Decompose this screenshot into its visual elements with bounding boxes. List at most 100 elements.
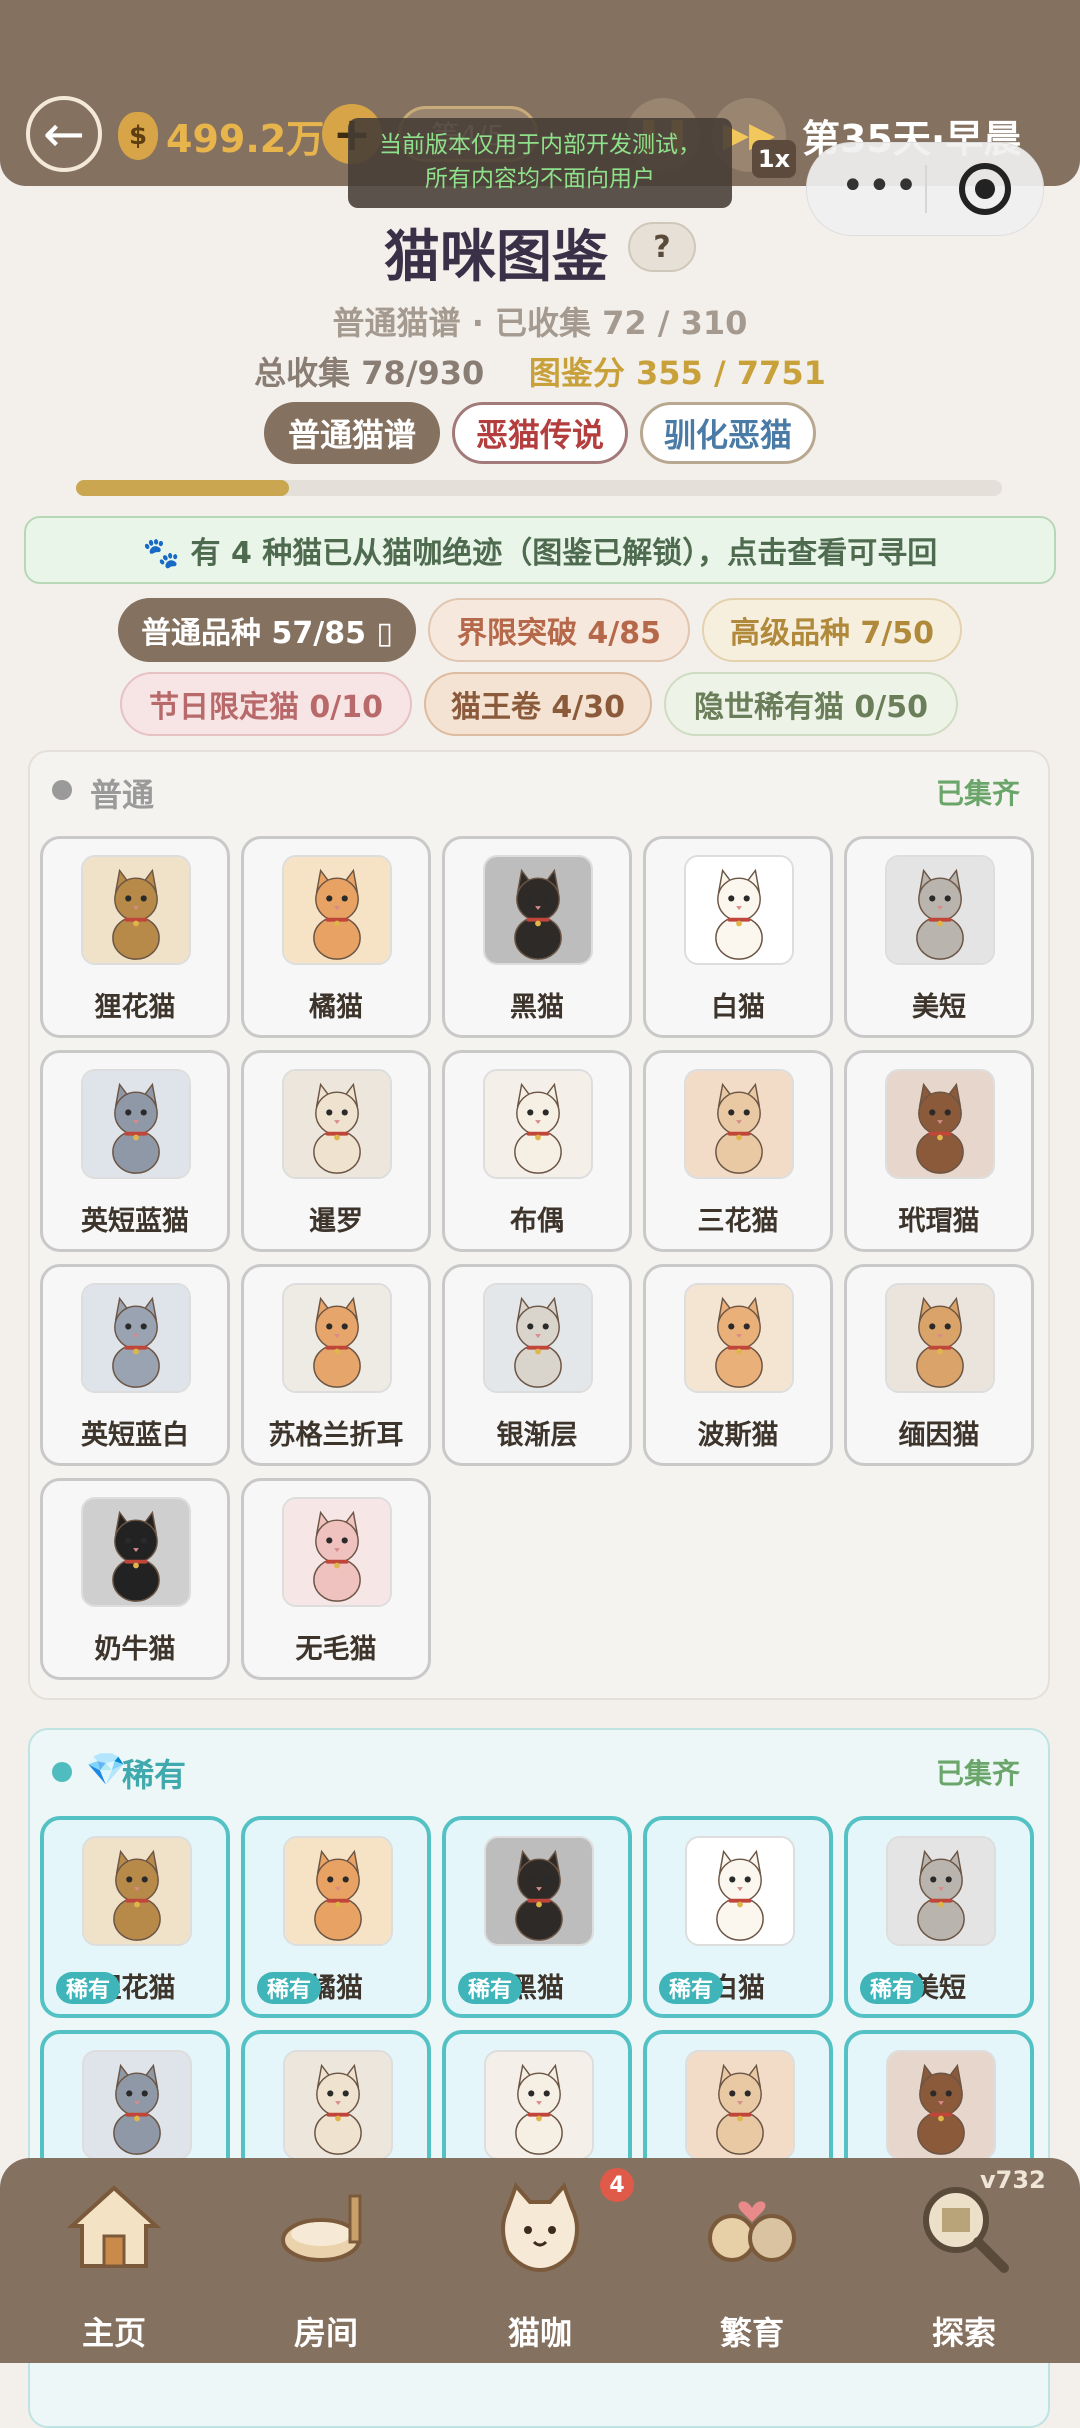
cat-card[interactable]: 美短 bbox=[844, 836, 1034, 1038]
collection-subtitle: 普通猫谱 · 已收集 72 / 310 bbox=[332, 304, 748, 342]
chip-advanced-breeds[interactable]: 高级品种 7/50 bbox=[702, 598, 962, 662]
chip-holiday-limited[interactable]: 节日限定猫 0/10 bbox=[120, 672, 412, 736]
cat-portrait-icon bbox=[485, 857, 591, 963]
cat-thumbnail bbox=[886, 1836, 996, 1946]
cat-name: 奶牛猫 bbox=[94, 1634, 176, 1665]
cat-thumbnail bbox=[81, 855, 191, 965]
close-target-icon[interactable] bbox=[959, 163, 1011, 215]
cat-portrait-icon bbox=[485, 1285, 591, 1391]
dev-notice-toast: 当前版本仅用于内部开发测试， 所有内容均不面向用户 bbox=[348, 118, 732, 208]
collection-progress-bar bbox=[76, 480, 1002, 496]
cat-name: 白猫 bbox=[711, 992, 765, 1023]
cat-name: 布偶 bbox=[510, 1206, 564, 1237]
total-collected: 总收集 78/930 bbox=[254, 354, 485, 392]
bottom-nav: 主页 房间 猫咖 繁育 探索 bbox=[0, 2158, 1080, 2363]
cat-thumbnail bbox=[81, 1497, 191, 1607]
cat-card[interactable]: 苏格兰折耳 bbox=[241, 1264, 431, 1466]
cat-portrait-icon bbox=[84, 2052, 190, 2158]
nav-item-room[interactable]: 房间 bbox=[226, 2158, 426, 2363]
cat-card[interactable]: 橘猫 稀有 bbox=[241, 1816, 431, 2018]
rare-tag: 稀有 bbox=[56, 1972, 120, 2004]
more-dots-icon[interactable]: ••• bbox=[841, 166, 921, 206]
chip-hidden-rare[interactable]: 隐世稀有猫 0/50 bbox=[664, 672, 958, 736]
cat-thumbnail bbox=[886, 2050, 996, 2160]
cat-portrait-icon bbox=[284, 857, 390, 963]
back-button[interactable]: ← bbox=[26, 96, 102, 172]
rare-tag: 稀有 bbox=[257, 1972, 321, 2004]
section-dot bbox=[52, 780, 72, 800]
cat-card[interactable]: 暹罗 bbox=[241, 1050, 431, 1252]
dev-notice-line1: 当前版本仅用于内部开发测试， bbox=[379, 132, 701, 158]
cat-thumbnail bbox=[82, 2050, 192, 2160]
dev-notice-line2: 所有内容均不面向用户 bbox=[425, 166, 655, 192]
rare-section-title: 稀有 bbox=[122, 1756, 187, 1794]
tab-evil-cat-legend[interactable]: 恶猫传说 bbox=[452, 402, 628, 464]
cat-name: 银渐层 bbox=[496, 1420, 578, 1451]
cat-card[interactable]: 白猫 bbox=[643, 836, 833, 1038]
cat-thumbnail bbox=[885, 1069, 995, 1179]
breeding-icon bbox=[708, 2201, 796, 2262]
capsule-divider bbox=[925, 165, 927, 213]
cat-card[interactable]: 黑猫 稀有 bbox=[442, 1816, 632, 2018]
cat-thumbnail bbox=[282, 1283, 392, 1393]
cat-card[interactable]: 银渐层 bbox=[442, 1264, 632, 1466]
cat-portrait-icon bbox=[686, 1285, 792, 1391]
help-button[interactable]: ? bbox=[628, 222, 696, 272]
cat-thumbnail bbox=[81, 1069, 191, 1179]
cat-card[interactable]: 缅因猫 bbox=[844, 1264, 1034, 1466]
cat-thumbnail bbox=[885, 855, 995, 965]
cat-card[interactable]: 波斯猫 bbox=[643, 1264, 833, 1466]
cat-portrait-icon bbox=[687, 1838, 793, 1944]
collection-progress-fill bbox=[76, 480, 289, 496]
cat-card[interactable]: 橘猫 bbox=[241, 836, 431, 1038]
chip-limit-break[interactable]: 界限突破 4/85 bbox=[428, 598, 690, 662]
cat-portrait-icon bbox=[687, 2052, 793, 2158]
cat-portrait-icon bbox=[486, 1838, 592, 1944]
cat-card[interactable]: 黑猫 bbox=[442, 836, 632, 1038]
cat-name: 狸花猫 bbox=[94, 992, 176, 1023]
nav-label-breeding: 繁育 bbox=[719, 2314, 784, 2352]
cat-portrait-icon bbox=[284, 1499, 390, 1605]
nav-label-home: 主页 bbox=[81, 2314, 146, 2352]
cat-portrait-icon bbox=[284, 1285, 390, 1391]
nav-item-home[interactable]: 主页 bbox=[14, 2158, 214, 2363]
nav-item-breeding[interactable]: 繁育 bbox=[652, 2158, 852, 2363]
cat-thumbnail bbox=[685, 1836, 795, 1946]
cat-thumbnail bbox=[282, 855, 392, 965]
cat-portrait-icon bbox=[887, 1285, 993, 1391]
cat-card[interactable]: 狸花猫 bbox=[40, 836, 230, 1038]
cat-card[interactable]: 三花猫 bbox=[643, 1050, 833, 1252]
cat-card[interactable]: 美短 稀有 bbox=[844, 1816, 1034, 2018]
cat-card[interactable]: 英短蓝白 bbox=[40, 1264, 230, 1466]
normal-section: 普通 已集齐 狸花猫 橘猫 黑猫 白猫 美短 英短蓝猫 暹罗 布偶 三花猫 玳瑁猫 英短蓝白 苏格兰折… bbox=[28, 750, 1050, 1700]
rare-tag: 稀有 bbox=[860, 1972, 924, 2004]
section-dot bbox=[52, 1762, 72, 1782]
cat-portrait-icon bbox=[485, 1071, 591, 1177]
cat-card[interactable]: 奶牛猫 bbox=[40, 1478, 230, 1680]
house-icon bbox=[66, 2185, 162, 2268]
cat-thumbnail bbox=[282, 1069, 392, 1179]
chip-normal-breeds[interactable]: 普通品种 57/85 ▯ bbox=[118, 598, 416, 662]
rare-tag: 稀有 bbox=[659, 1972, 723, 2004]
chip-cat-king-scroll[interactable]: 猫王卷 4/30 bbox=[424, 672, 652, 736]
version-label: v732 bbox=[980, 2166, 1046, 2194]
speed-badge: 1x bbox=[752, 140, 796, 178]
cat-card[interactable]: 玳瑁猫 bbox=[844, 1050, 1034, 1252]
cat-card[interactable]: 白猫 稀有 bbox=[643, 1816, 833, 2018]
codex-score: 图鉴分 355 / 7751 bbox=[528, 354, 826, 392]
cat-name: 玳瑁猫 bbox=[898, 1206, 980, 1237]
cat-card[interactable]: 无毛猫 bbox=[241, 1478, 431, 1680]
cat-portrait-icon bbox=[888, 1838, 994, 1944]
nav-label-explore: 探索 bbox=[931, 2314, 996, 2352]
cat-thumbnail bbox=[483, 855, 593, 965]
cat-card[interactable]: 狸花猫 稀有 bbox=[40, 1816, 230, 2018]
tab-tamed-evil-cats[interactable]: 驯化恶猫 bbox=[640, 402, 816, 464]
cat-name: 无毛猫 bbox=[295, 1634, 377, 1665]
extinct-cats-notice[interactable]: 🐾 有 4 种猫已从猫咖绝迹（图鉴已解锁），点击查看可寻回 bbox=[24, 516, 1056, 584]
cat-portrait-icon bbox=[686, 857, 792, 963]
room-icon bbox=[281, 2194, 362, 2262]
cat-card[interactable]: 英短蓝猫 bbox=[40, 1050, 230, 1252]
tab-normal-catalog[interactable]: 普通猫谱 bbox=[264, 402, 440, 464]
cat-card[interactable]: 布偶 bbox=[442, 1050, 632, 1252]
cat-name: 英短蓝猫 bbox=[81, 1206, 189, 1237]
